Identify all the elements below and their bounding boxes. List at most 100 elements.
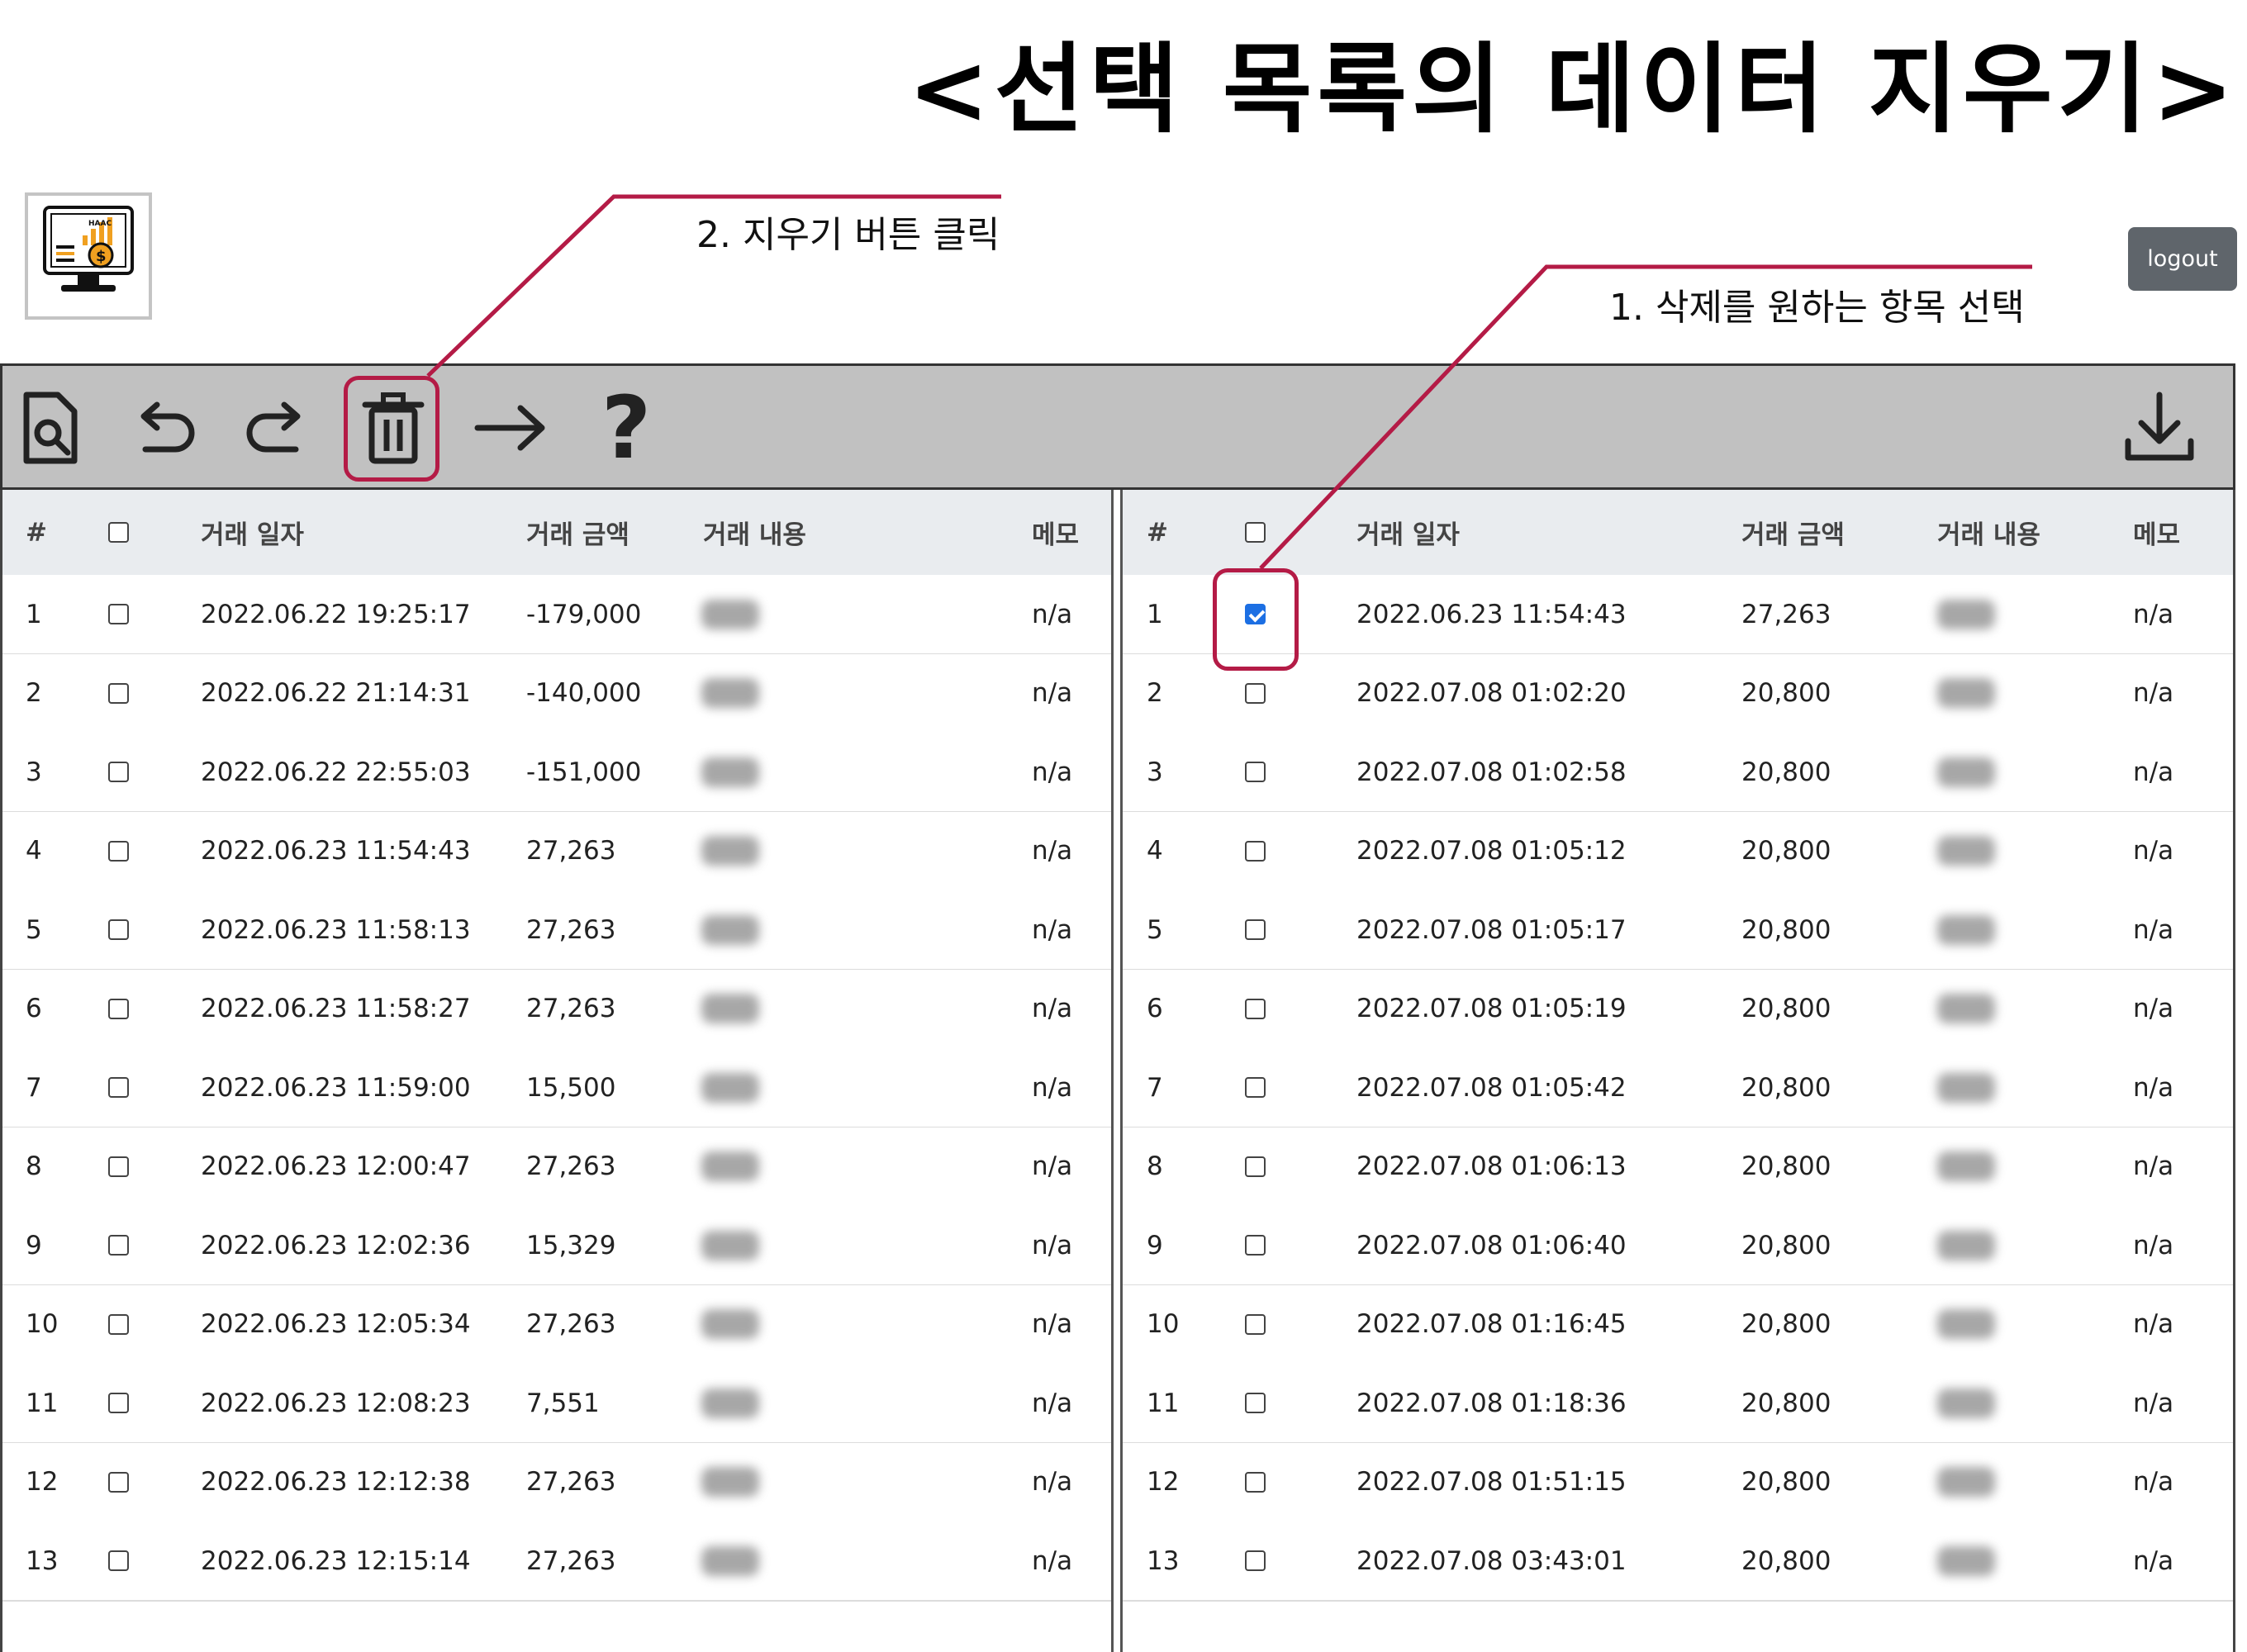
annotation-step2: 2. 지우기 버튼 클릭 (696, 214, 1000, 256)
row-checkbox[interactable] (108, 682, 129, 704)
row-number: 6 (1147, 994, 1163, 1023)
header-date: 거래 일자 (1356, 520, 1460, 550)
table-row[interactable]: 5 2022.06.23 11:58:13 27,263 n/a (2, 890, 1111, 971)
transaction-date: 2022.06.23 12:08:23 (201, 1388, 471, 1418)
transaction-memo: n/a (1032, 1230, 1073, 1260)
row-checkbox[interactable] (108, 840, 129, 862)
row-checkbox[interactable] (108, 998, 129, 1019)
transaction-memo: n/a (1032, 1388, 1073, 1418)
row-checkbox[interactable] (108, 762, 129, 782)
table-row[interactable]: 11 2022.07.08 01:18:36 20,800 n/a (1123, 1364, 2233, 1444)
transaction-date: 2022.06.23 11:59:00 (201, 1072, 471, 1103)
table-row[interactable]: 6 2022.07.08 01:05:19 20,800 n/a (1123, 969, 2233, 1050)
redacted-content (701, 1467, 759, 1497)
table-row[interactable]: 3 2022.06.22 22:55:03 -151,000 n/a (2, 733, 1111, 813)
table-row[interactable]: 9 2022.06.23 12:02:36 15,329 n/a (2, 1206, 1111, 1286)
transaction-date: 2022.07.08 01:02:20 (1356, 678, 1627, 708)
row-checkbox[interactable] (1245, 1156, 1266, 1177)
row-number: 4 (26, 836, 42, 866)
svg-text:$: $ (96, 248, 107, 265)
row-select-cell (1245, 812, 1266, 890)
transaction-amount: 20,800 (1741, 1545, 1831, 1576)
row-checkbox[interactable] (1245, 919, 1266, 940)
file-search-button[interactable] (4, 382, 95, 473)
row-checkbox[interactable] (1245, 1313, 1266, 1335)
row-checkbox[interactable] (108, 1313, 129, 1335)
header-select-all (1245, 490, 1266, 575)
table-row[interactable]: 8 2022.07.08 01:06:13 20,800 n/a (1123, 1127, 2233, 1208)
row-checkbox[interactable] (108, 1550, 129, 1571)
row-number: 10 (26, 1309, 59, 1339)
move-button[interactable] (465, 382, 556, 473)
row-checkbox[interactable] (1245, 840, 1266, 862)
row-number: 5 (26, 914, 42, 945)
row-checkbox[interactable] (1245, 682, 1266, 704)
table-row[interactable]: 2 2022.06.22 21:14:31 -140,000 n/a (2, 653, 1111, 734)
table-row[interactable]: 11 2022.06.23 12:08:23 7,551 n/a (2, 1364, 1111, 1444)
row-checkbox[interactable] (108, 1156, 129, 1177)
table-row[interactable]: 13 2022.07.08 03:43:01 20,800 n/a (1123, 1521, 2233, 1602)
table-row[interactable]: 7 2022.07.08 01:05:42 20,800 n/a (1123, 1048, 2233, 1128)
transaction-memo: n/a (2133, 914, 2174, 945)
row-checkbox[interactable] (1245, 1393, 1266, 1413)
table-row[interactable]: 10 2022.06.23 12:05:34 27,263 n/a (2, 1284, 1111, 1365)
table-row[interactable]: 5 2022.07.08 01:05:17 20,800 n/a (1123, 890, 2233, 971)
table-row[interactable]: 6 2022.06.23 11:58:27 27,263 n/a (2, 969, 1111, 1050)
table-row[interactable]: 7 2022.06.23 11:59:00 15,500 n/a (2, 1048, 1111, 1128)
table-row[interactable]: 1 2022.06.22 19:25:17 -179,000 n/a (2, 575, 1111, 655)
row-checkbox[interactable] (1245, 1550, 1266, 1571)
help-button[interactable]: ? (581, 382, 672, 473)
row-checkbox[interactable] (108, 1235, 129, 1256)
row-select-cell (108, 1521, 129, 1600)
transaction-amount: 20,800 (1741, 678, 1831, 708)
row-checkbox[interactable] (1245, 1235, 1266, 1256)
transaction-memo: n/a (1032, 914, 1073, 945)
transaction-memo: n/a (1032, 836, 1073, 866)
row-checkbox[interactable] (1245, 998, 1266, 1019)
logout-button[interactable]: logout (2128, 227, 2237, 291)
header-content: 거래 내용 (1937, 520, 2040, 550)
table-row[interactable]: 3 2022.07.08 01:02:58 20,800 n/a (1123, 733, 2233, 813)
table-row[interactable]: 13 2022.06.23 12:15:14 27,263 n/a (2, 1521, 1111, 1602)
row-checkbox[interactable] (1245, 762, 1266, 782)
table-row[interactable]: 10 2022.07.08 01:16:45 20,800 n/a (1123, 1284, 2233, 1365)
transaction-date: 2022.07.08 01:05:17 (1356, 914, 1627, 945)
redacted-content (1937, 1230, 1995, 1260)
row-select-cell (108, 733, 129, 811)
undo-button[interactable] (118, 382, 209, 473)
row-checkbox[interactable] (1245, 1471, 1266, 1493)
table-row[interactable]: 4 2022.06.23 11:54:43 27,263 n/a (2, 811, 1111, 892)
header-amount: 거래 금액 (1741, 520, 1845, 550)
table-row[interactable]: 4 2022.07.08 01:05:12 20,800 n/a (1123, 811, 2233, 892)
row-number: 10 (1147, 1309, 1180, 1339)
transaction-content (1937, 1521, 1995, 1600)
transaction-amount: 20,800 (1741, 1072, 1831, 1103)
select-all-checkbox[interactable] (108, 522, 129, 543)
row-checkbox[interactable] (108, 919, 129, 940)
row-checkbox[interactable] (108, 1393, 129, 1413)
transaction-date: 2022.06.23 12:05:34 (201, 1309, 471, 1339)
table-row[interactable]: 12 2022.06.23 12:12:38 27,263 n/a (2, 1442, 1111, 1523)
row-checkbox[interactable] (108, 604, 129, 624)
table-row[interactable]: 12 2022.07.08 01:51:15 20,800 n/a (1123, 1442, 2233, 1523)
download-button[interactable] (2114, 382, 2205, 473)
row-checkbox[interactable] (1245, 1077, 1266, 1098)
header-select-all (108, 490, 129, 575)
row-number: 8 (1147, 1151, 1163, 1181)
transaction-memo: n/a (1032, 1309, 1073, 1339)
table-row[interactable]: 9 2022.07.08 01:06:40 20,800 n/a (1123, 1206, 2233, 1286)
header-content: 거래 내용 (703, 520, 806, 550)
transaction-content (1937, 733, 1995, 811)
transaction-amount: -151,000 (526, 757, 642, 787)
row-select-cell (1245, 1443, 1266, 1521)
table-header: # 거래 일자 거래 금액 거래 내용 메모 (2, 490, 1111, 577)
row-checkbox[interactable] (108, 1471, 129, 1493)
redo-button[interactable] (232, 382, 323, 473)
row-number: 3 (26, 757, 42, 787)
transaction-amount: 20,800 (1741, 1467, 1831, 1497)
table-row[interactable]: 8 2022.06.23 12:00:47 27,263 n/a (2, 1127, 1111, 1208)
row-checkbox[interactable] (108, 1077, 129, 1098)
select-all-checkbox[interactable] (1245, 522, 1266, 543)
row-select-cell (108, 812, 129, 890)
redo-icon (246, 401, 301, 453)
